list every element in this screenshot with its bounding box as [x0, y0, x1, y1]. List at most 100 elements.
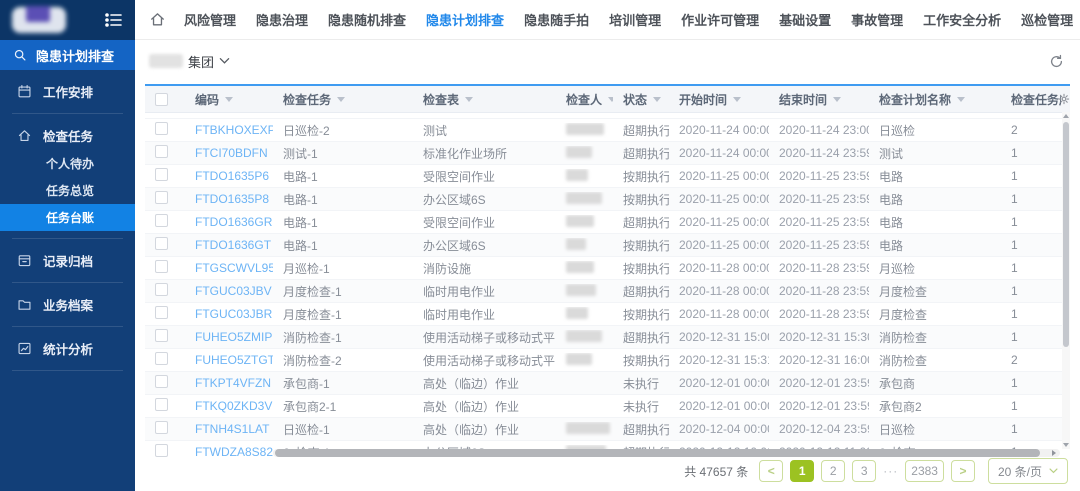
row-task-cell: 测试-1	[273, 145, 413, 162]
row-seq-cell-text: 1	[1011, 307, 1018, 321]
page-button[interactable]: 2	[821, 460, 845, 482]
horizontal-scroll-thumb[interactable]	[275, 449, 1040, 457]
row-checkbox[interactable]	[155, 214, 168, 227]
row-code-link[interactable]: FTBKHOXEXP	[195, 123, 273, 137]
row-status-cell: 未执行	[613, 398, 669, 415]
row-checkbox[interactable]	[155, 145, 168, 158]
top-nav-item[interactable]: 巡检管理	[1021, 10, 1073, 29]
table-header-cell-select	[145, 93, 185, 106]
scroll-right-arrow-icon[interactable]	[1052, 450, 1056, 456]
row-code-link[interactable]: FTDO1635P6	[195, 169, 269, 183]
row-checklist-cell-text: 受限空间作业	[423, 216, 495, 230]
row-code-link[interactable]: FTCI70BDFN	[195, 146, 268, 160]
row-checkbox[interactable]	[155, 191, 168, 204]
row-status-cell-text: 超期执行	[623, 331, 669, 345]
top-nav-item[interactable]: 隐患随机排查	[328, 10, 406, 29]
row-checkbox[interactable]	[155, 375, 168, 388]
column-sort-caret-icon[interactable]	[465, 97, 473, 102]
home-icon	[17, 128, 32, 143]
vertical-scrollbar[interactable]	[1062, 112, 1070, 449]
column-label: 结束时间	[779, 91, 827, 108]
row-checkbox[interactable]	[155, 329, 168, 342]
row-code-link[interactable]: FTDO1636GT	[195, 238, 271, 252]
row-code-link[interactable]: FTGUC03JBV	[195, 284, 272, 298]
column-sort-caret-icon[interactable]	[733, 97, 741, 102]
sidebar-subitem[interactable]: 个人待办	[0, 150, 135, 177]
menu-list-icon[interactable]	[105, 12, 123, 28]
top-nav-item[interactable]: 培训管理	[609, 10, 661, 29]
column-sort-caret-icon[interactable]	[833, 97, 841, 102]
prev-page-button[interactable]: <	[759, 460, 783, 482]
row-code-link[interactable]: FTGSCWVL95	[195, 261, 273, 275]
sidebar-item-label: 业务档案	[43, 295, 93, 314]
sidebar-subitem[interactable]: 任务台账	[0, 204, 135, 231]
top-nav-item[interactable]: 基础设置	[779, 10, 831, 29]
top-nav-item[interactable]: 工作安全分析	[923, 10, 1001, 29]
scroll-down-arrow-icon[interactable]	[1063, 443, 1069, 447]
row-code-link[interactable]: FTGUC03JBR	[195, 307, 272, 321]
row-code-link[interactable]: FUHEO5ZTGT	[195, 353, 273, 367]
row-checkbox[interactable]	[155, 168, 168, 181]
row-task-cell-text: 电路-1	[283, 216, 318, 230]
row-start-cell: 2020-11-25 00:00:00	[669, 238, 769, 252]
page-button[interactable]: 2383	[905, 460, 944, 482]
page-button[interactable]: 1	[790, 460, 814, 482]
sidebar-module-header[interactable]: 隐患计划排查	[0, 40, 135, 70]
row-end-cell-text: 2020-11-25 23:59:59	[779, 215, 869, 229]
sidebar-subitem-label: 任务台账	[46, 209, 94, 226]
row-checkbox[interactable]	[155, 421, 168, 434]
top-nav-item[interactable]: 事故管理	[851, 10, 903, 29]
sidebar-item[interactable]: 记录归档	[0, 245, 135, 275]
top-nav-item[interactable]: 隐患随手拍	[524, 10, 589, 29]
row-seq-cell-text: 2	[1011, 353, 1018, 367]
row-task-cell: 电路-1	[273, 168, 413, 185]
row-code-link[interactable]: FTDO1635P8	[195, 192, 269, 206]
row-checkbox[interactable]	[155, 283, 168, 296]
row-checkbox[interactable]	[155, 237, 168, 250]
page-button[interactable]: 3	[852, 460, 876, 482]
top-nav-item[interactable]: 风险管理	[184, 10, 236, 29]
sidebar-item[interactable]: 业务档案	[0, 289, 135, 319]
page-size-select[interactable]: 20 条/页	[988, 458, 1068, 484]
top-nav-item[interactable]: 隐患计划排查	[426, 10, 504, 29]
top-nav-item[interactable]: 隐患治理	[256, 10, 308, 29]
select-all-checkbox[interactable]	[155, 93, 168, 106]
row-seq-cell: 2	[1001, 353, 1061, 367]
home-icon[interactable]	[149, 11, 166, 28]
sidebar-item[interactable]: 工作安排	[0, 76, 135, 106]
row-code-link[interactable]: FTWDZA8S82	[195, 445, 273, 457]
row-select-cell	[145, 352, 185, 368]
row-seq-cell: 1	[1001, 261, 1061, 275]
column-sort-caret-icon[interactable]	[957, 97, 965, 102]
row-code-link[interactable]: FTKQ0ZKD3V	[195, 399, 272, 413]
row-code-link[interactable]: FTNH4S1LAT	[195, 422, 269, 436]
row-status-cell-text: 未执行	[623, 377, 659, 391]
column-settings-icon[interactable]	[1058, 93, 1070, 105]
row-code-link[interactable]: FTDO1636GR	[195, 215, 272, 229]
horizontal-scrollbar[interactable]	[273, 449, 1060, 457]
row-checkbox[interactable]	[155, 444, 168, 457]
column-sort-caret-icon[interactable]	[337, 97, 345, 102]
column-sort-caret-icon[interactable]	[653, 97, 661, 102]
row-select-cell	[145, 214, 185, 230]
row-checkbox[interactable]	[155, 306, 168, 319]
org-select[interactable]: 集团	[149, 52, 230, 71]
sidebar-item[interactable]: 检查任务	[0, 120, 135, 150]
top-nav-item[interactable]: 作业许可管理	[681, 10, 759, 29]
vertical-scroll-thumb[interactable]	[1063, 122, 1069, 347]
row-checkbox[interactable]	[155, 398, 168, 411]
sidebar-item[interactable]: 统计分析	[0, 333, 135, 363]
next-page-button[interactable]: >	[951, 460, 975, 482]
column-sort-caret-icon[interactable]	[225, 97, 233, 102]
row-checkbox[interactable]	[155, 352, 168, 365]
row-status-cell: 超期执行	[613, 145, 669, 162]
row-code-link[interactable]: FTKPT4VFZN	[195, 376, 271, 390]
row-select-cell	[145, 168, 185, 184]
row-task-cell: 月度检查-1	[273, 283, 413, 300]
sidebar-subitem[interactable]: 任务总览	[0, 177, 135, 204]
row-checkbox[interactable]	[155, 260, 168, 273]
refresh-icon[interactable]	[1049, 54, 1064, 69]
row-code-link[interactable]: FUHEO5ZMIP	[195, 330, 272, 344]
row-checkbox[interactable]	[155, 122, 168, 135]
scroll-up-arrow-icon[interactable]	[1063, 114, 1069, 118]
